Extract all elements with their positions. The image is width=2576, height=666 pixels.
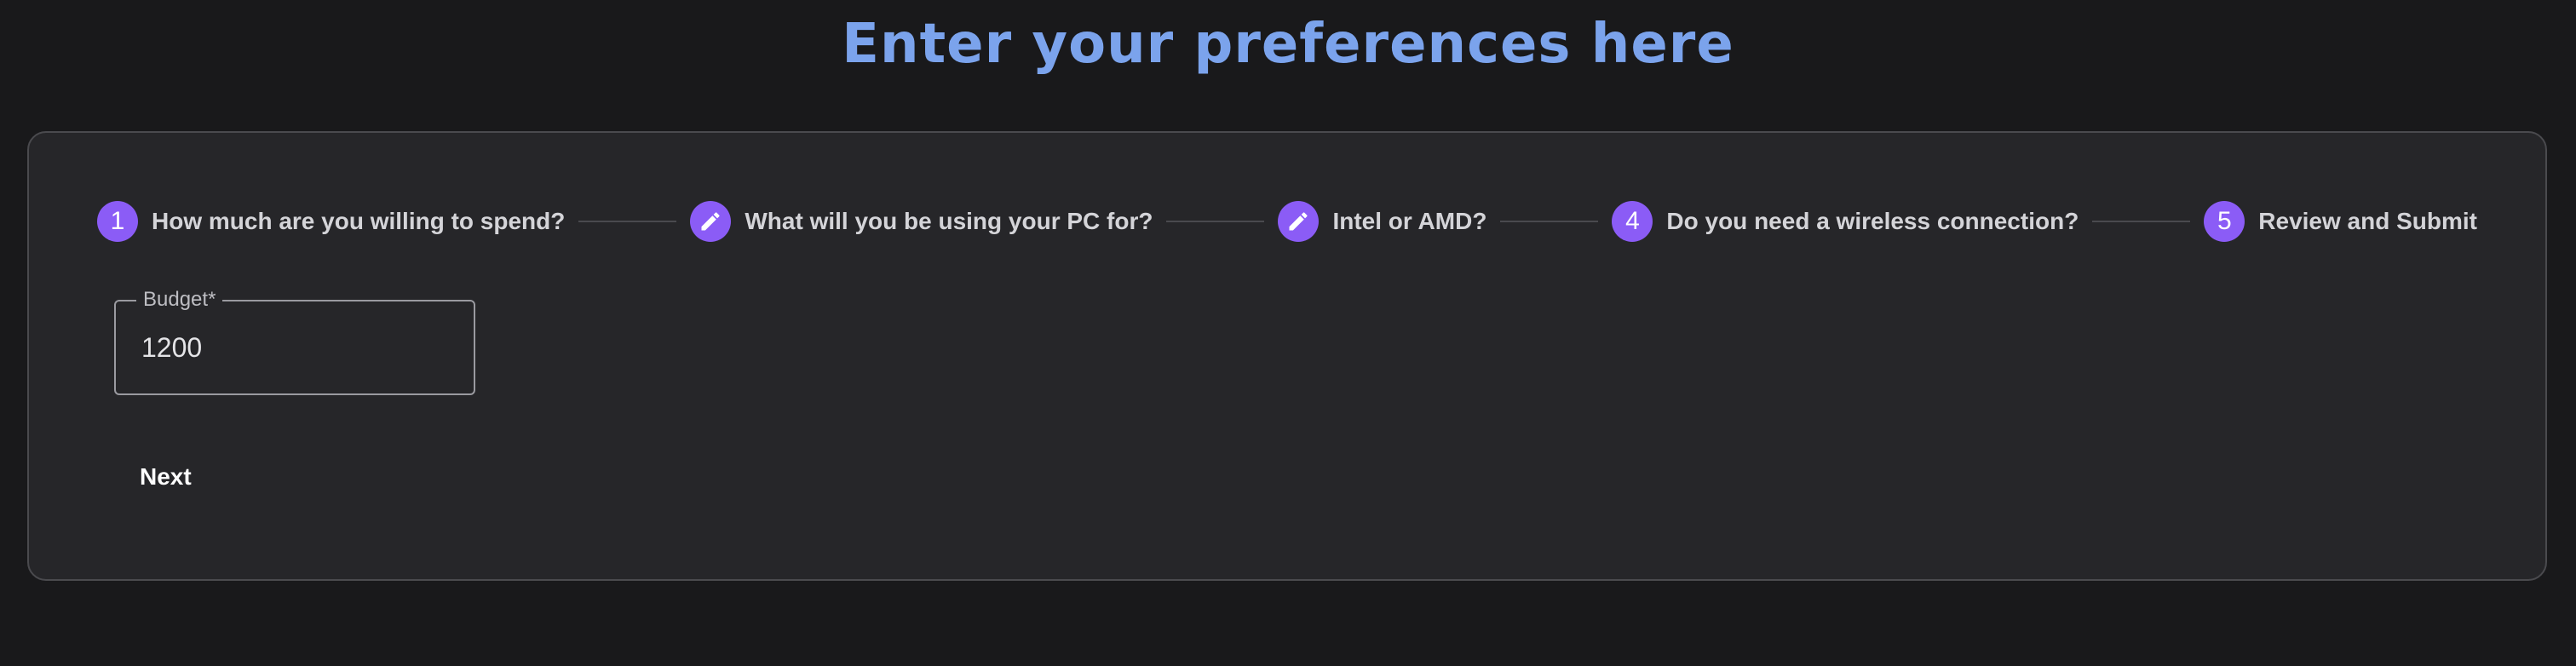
pencil-icon bbox=[1278, 201, 1320, 242]
step-label-wireless: Do you need a wireless connection? bbox=[1666, 208, 2079, 234]
step-connector bbox=[1166, 221, 1265, 222]
budget-input[interactable] bbox=[141, 327, 448, 368]
step-label-cpu-brand: Intel or AMD? bbox=[1332, 208, 1487, 234]
page-title: Enter your preferences here bbox=[842, 13, 1734, 76]
step-number-1: 1 bbox=[97, 201, 138, 242]
step-connector bbox=[2092, 221, 2191, 222]
step-number-4: 4 bbox=[1612, 201, 1653, 242]
pencil-icon bbox=[690, 201, 732, 242]
step-connector bbox=[1500, 221, 1599, 222]
step-label-review: Review and Submit bbox=[2258, 208, 2477, 234]
step-label-usage: What will you be using your PC for? bbox=[745, 208, 1153, 234]
step-usage[interactable]: What will you be using your PC for? bbox=[690, 201, 1153, 242]
step-wireless[interactable]: 4 Do you need a wireless connection? bbox=[1612, 201, 2079, 242]
budget-label: Budget* bbox=[136, 288, 223, 312]
step-connector bbox=[578, 221, 677, 222]
step-budget[interactable]: 1 How much are you willing to spend? bbox=[97, 201, 565, 242]
budget-field: Budget* bbox=[114, 288, 475, 395]
step-label-budget: How much are you willing to spend? bbox=[152, 208, 566, 234]
next-button[interactable]: Next bbox=[123, 455, 209, 499]
step-review[interactable]: 5 Review and Submit bbox=[2204, 201, 2477, 242]
step-number-5: 5 bbox=[2204, 201, 2245, 242]
preferences-card: 1 How much are you willing to spend? Wha… bbox=[27, 131, 2547, 581]
step-cpu-brand[interactable]: Intel or AMD? bbox=[1278, 201, 1486, 242]
stepper: 1 How much are you willing to spend? Wha… bbox=[97, 201, 2477, 242]
